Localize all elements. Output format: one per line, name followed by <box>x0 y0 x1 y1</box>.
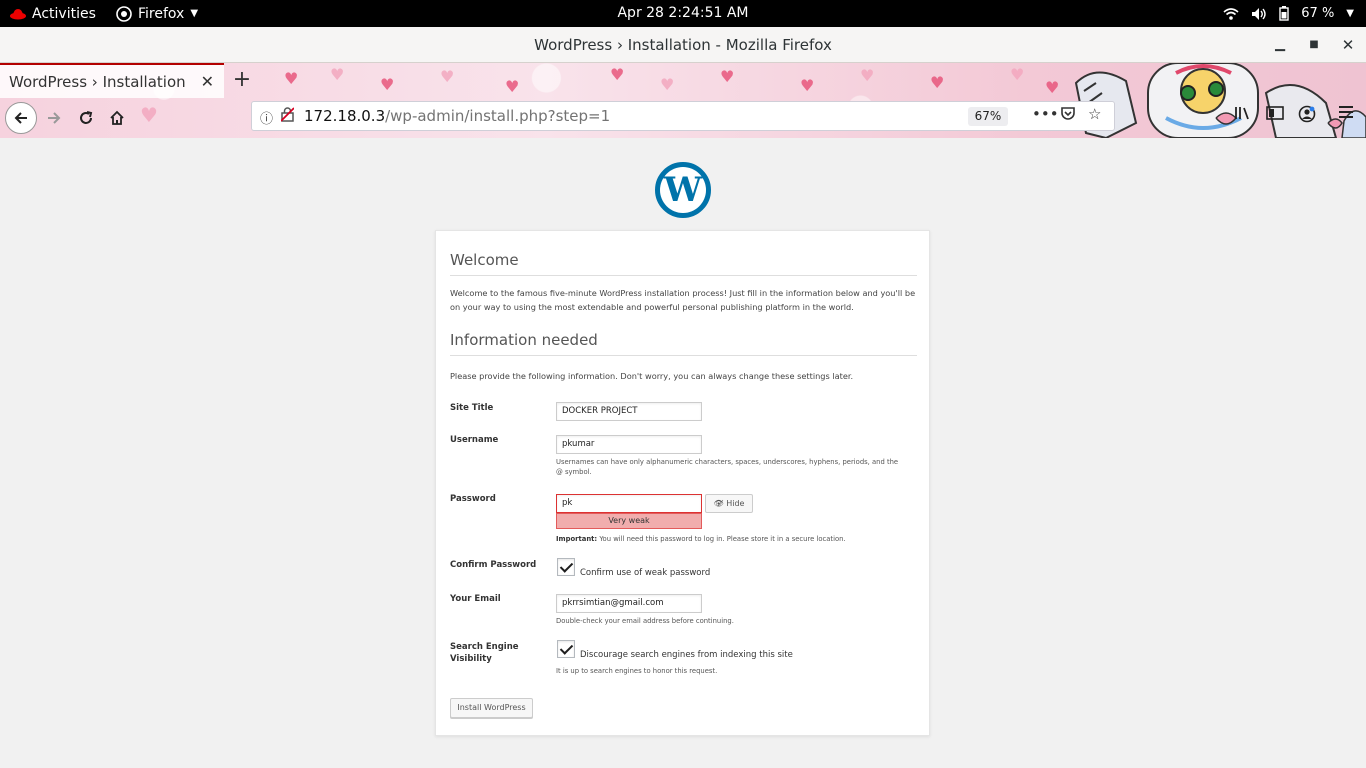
close-tab-icon[interactable]: ✕ <box>201 72 214 91</box>
minimize-button[interactable]: ▁ <box>1270 35 1290 55</box>
sidebar-toggle-icon[interactable] <box>1266 105 1284 125</box>
maximize-button[interactable]: ■ <box>1304 35 1324 55</box>
volume-icon <box>1251 7 1267 21</box>
arrow-left-icon <box>14 112 27 124</box>
password-label: Password <box>450 494 496 504</box>
search-engine-hint: It is up to search engines to honor this… <box>556 667 718 675</box>
heart-decoration-icon: ♥ <box>284 69 299 88</box>
heart-decoration-icon: ♥ <box>1010 65 1025 84</box>
heart-decoration-icon: ♥ <box>330 65 345 84</box>
wifi-icon <box>1223 7 1239 21</box>
system-top-bar: Activities Firefox ▼ Apr 28 2:24:51 AM 6… <box>0 0 1366 27</box>
install-wordpress-button[interactable]: Install WordPress <box>450 698 533 718</box>
new-tab-button[interactable]: + <box>230 67 254 93</box>
se-label-line2: Visibility <box>450 654 492 664</box>
clock[interactable]: Apr 28 2:24:51 AM <box>0 0 1366 27</box>
password-hint: Important: You will need this password t… <box>556 534 846 544</box>
home-icon <box>110 110 124 125</box>
heart-decoration-icon: ♥ <box>930 73 945 92</box>
heart-decoration-icon: ♥ <box>660 75 675 94</box>
system-tray[interactable]: 67 % ▼ <box>1223 0 1354 27</box>
hamburger-menu-icon[interactable] <box>1338 105 1354 123</box>
url-path: /wp-admin/install.php?step=1 <box>385 107 611 125</box>
site-info-icon[interactable]: ⓘ <box>260 108 273 127</box>
reload-icon <box>80 111 93 124</box>
welcome-heading: Welcome <box>450 251 519 269</box>
heart-decoration-icon: ♥ <box>505 77 520 96</box>
forward-button[interactable] <box>40 104 68 132</box>
heart-decoration-icon: ♥ <box>380 75 395 94</box>
wordpress-logo-icon[interactable]: W <box>655 162 711 218</box>
window-title-bar: WordPress › Installation - Mozilla Firef… <box>0 27 1366 63</box>
close-window-button[interactable]: ✕ <box>1338 35 1358 55</box>
password-strength-meter: Very weak <box>556 513 702 529</box>
arrow-right-icon <box>48 112 61 124</box>
wordpress-logo-inner: W <box>660 167 706 213</box>
password-important-label: Important: <box>556 535 598 543</box>
discourage-search-engines-checkbox[interactable] <box>557 640 575 658</box>
heart-decoration-icon: ♥ <box>440 67 455 86</box>
divider <box>450 355 917 356</box>
confirm-weak-password-label[interactable]: Confirm use of weak password <box>580 568 710 578</box>
page-content: W Welcome Welcome to the famous five-min… <box>0 138 1366 768</box>
pocket-icon[interactable] <box>1060 105 1076 125</box>
site-title-input[interactable]: DOCKER PROJECT <box>556 402 702 421</box>
confirm-password-label: Confirm Password <box>450 560 537 570</box>
password-input[interactable]: pk <box>556 494 702 513</box>
home-button[interactable] <box>103 104 131 132</box>
username-label: Username <box>450 435 499 445</box>
reload-button[interactable] <box>72 104 100 132</box>
se-label-line1: Search Engine <box>450 642 519 652</box>
url-bar[interactable]: ⓘ 172.18.0.3/wp-admin/install.php?step=1… <box>251 101 1115 131</box>
discourage-search-engines-label[interactable]: Discourage search engines from indexing … <box>580 650 793 660</box>
email-input[interactable]: pkrrsimtian@gmail.com <box>556 594 702 613</box>
wordpress-logo-letter: W <box>663 170 703 210</box>
email-hint: Double-check your email address before c… <box>556 617 734 625</box>
url-host: 172.18.0.3 <box>304 107 386 125</box>
search-engine-visibility-label: Search Engine Visibility <box>450 641 519 665</box>
divider <box>450 275 917 276</box>
info-text: Please provide the following information… <box>450 371 854 381</box>
heart-decoration-icon: ♥ <box>610 65 625 84</box>
heart-decoration-icon: ♥ <box>800 76 815 95</box>
heart-decoration-icon: ♥ <box>860 66 875 85</box>
tab-title: WordPress › Installation <box>9 73 186 91</box>
welcome-text: Welcome to the famous five-minute WordPr… <box>450 288 916 312</box>
bookmark-star-icon[interactable]: ☆ <box>1088 105 1101 123</box>
hide-password-button[interactable]: 👁︎̸ Hide <box>705 494 753 513</box>
tab-wordpress-installation[interactable]: WordPress › Installation ✕ <box>0 63 224 98</box>
chevron-down-icon: ▼ <box>1346 8 1354 19</box>
window-title: WordPress › Installation - Mozilla Firef… <box>534 36 832 54</box>
account-icon[interactable] <box>1298 105 1316 127</box>
heart-decoration-icon: ♥ <box>720 67 735 86</box>
back-button[interactable] <box>5 102 37 134</box>
username-input[interactable]: pkumar <box>556 435 702 454</box>
password-hint-text: You will need this password to log in. P… <box>599 535 846 543</box>
library-icon[interactable] <box>1234 105 1252 125</box>
email-label: Your Email <box>450 594 501 604</box>
install-form-card: Welcome Welcome to the famous five-minut… <box>435 230 930 736</box>
heart-decoration-icon: ♥ <box>1045 78 1060 97</box>
battery-icon <box>1279 6 1289 21</box>
url-text: 172.18.0.3/wp-admin/install.php?step=1 <box>304 107 610 125</box>
battery-percent: 67 % <box>1301 6 1335 21</box>
insecure-lock-icon[interactable] <box>280 107 295 126</box>
site-title-label: Site Title <box>450 403 494 413</box>
info-heading: Information needed <box>450 331 598 349</box>
confirm-weak-password-checkbox[interactable] <box>557 558 575 576</box>
username-hint: Usernames can have only alphanumeric cha… <box>556 458 899 476</box>
browser-chrome: ♥ ♥ ♥ ♥ ♥ ♥ ♥ ♥ ♥ ♥ ♥ ♥ ♥ ♥ ♥ WordPress … <box>0 63 1366 138</box>
navigation-toolbar: ⓘ 172.18.0.3/wp-admin/install.php?step=1… <box>0 98 1366 138</box>
eye-slash-icon: 👁︎̸ <box>713 499 724 508</box>
hide-label: Hide <box>726 499 745 508</box>
page-actions-icon[interactable]: ••• <box>1032 105 1059 123</box>
zoom-level-badge[interactable]: 67% <box>968 107 1008 126</box>
